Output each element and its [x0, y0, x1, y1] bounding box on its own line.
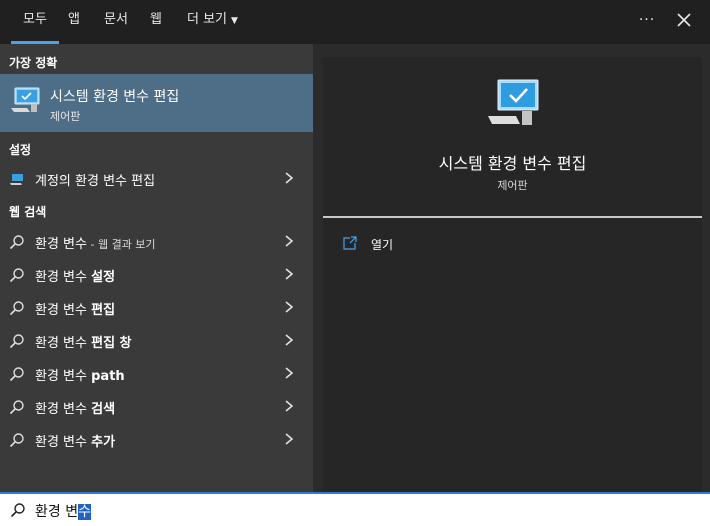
open-action-label: 열기 — [371, 238, 394, 252]
tab-web[interactable]: 웹 — [150, 0, 162, 44]
open-action[interactable]: 열기 — [343, 233, 493, 255]
settings-item-account-env[interactable]: 계정의 환경 변수 편집 — [0, 162, 313, 195]
web-search-item[interactable]: 환경 변수 path — [0, 357, 313, 390]
chevron-right-icon — [285, 268, 294, 280]
web-search-item-label: 환경 변수 path — [35, 369, 125, 384]
web-search-item[interactable]: 환경 변수 검색 — [0, 390, 313, 423]
web-search-item[interactable]: 환경 변수 편집 — [0, 291, 313, 324]
web-search-item-label: 환경 변수 편집 창 — [35, 336, 132, 351]
search-input[interactable]: 환경 변수 — [35, 501, 91, 521]
web-search-item[interactable]: 환경 변수 편집 창 — [0, 324, 313, 357]
web-search-item[interactable]: 환경 변수 설정 — [0, 258, 313, 291]
top-tab-bar: 모두 앱 문서 웹 더 보기 ▼ ··· — [0, 0, 710, 44]
search-icon — [9, 400, 24, 415]
web-search-item-label: 환경 변수 검색 — [35, 402, 116, 417]
best-match-title: 시스템 환경 변수 편집 — [50, 89, 180, 105]
search-icon — [9, 367, 24, 382]
web-search-item-label: 환경 변수 편집 — [35, 303, 116, 318]
web-search-item-label: 환경 변수 - 웹 결과 보기 — [35, 237, 156, 252]
web-search-header: 웹 검색 — [9, 205, 47, 219]
chevron-right-icon — [285, 172, 294, 184]
search-icon — [9, 301, 24, 316]
chevron-right-icon — [285, 334, 294, 346]
preview-title: 시스템 환경 변수 편집 — [438, 154, 587, 173]
chevron-right-icon — [285, 301, 294, 313]
preview-divider — [323, 216, 702, 218]
preview-subtitle: 제어판 — [497, 179, 528, 192]
open-icon — [343, 236, 357, 250]
monitor-check-icon — [488, 79, 539, 125]
chevron-right-icon — [285, 235, 294, 247]
search-bar[interactable]: 환경 변수 — [0, 492, 710, 526]
tab-more-label: 더 보기 — [187, 12, 228, 27]
best-match-subtitle: 제어판 — [50, 110, 81, 123]
chevron-down-icon: ▼ — [231, 16, 238, 26]
chevron-right-icon — [285, 367, 294, 379]
tab-more[interactable]: 더 보기 ▼ — [187, 0, 238, 44]
chevron-right-icon — [285, 433, 294, 445]
web-search-item[interactable]: 환경 변수 - 웹 결과 보기 — [0, 225, 313, 258]
tab-apps[interactable]: 앱 — [68, 0, 80, 44]
search-icon — [9, 334, 24, 349]
settings-item-label: 계정의 환경 변수 편집 — [35, 174, 156, 189]
settings-header: 설정 — [9, 143, 32, 157]
tab-documents[interactable]: 문서 — [104, 0, 128, 44]
search-icon — [9, 235, 24, 250]
chevron-right-icon — [285, 400, 294, 412]
web-search-item[interactable]: 환경 변수 추가 — [0, 423, 313, 456]
web-search-item-label: 환경 변수 추가 — [35, 435, 116, 450]
tab-all[interactable]: 모두 — [11, 0, 59, 44]
best-match-header: 가장 정확 — [9, 56, 58, 70]
search-icon — [9, 433, 24, 448]
search-selected-text: 수 — [78, 504, 91, 520]
more-options-button[interactable]: ··· — [636, 6, 658, 34]
close-icon[interactable] — [672, 8, 696, 32]
search-icon — [10, 503, 25, 518]
search-typed-text: 환경 변 — [35, 504, 79, 520]
account-settings-icon — [10, 174, 23, 185]
web-search-item-label: 환경 변수 설정 — [35, 270, 116, 285]
search-icon — [9, 268, 24, 283]
monitor-check-icon — [11, 87, 40, 112]
